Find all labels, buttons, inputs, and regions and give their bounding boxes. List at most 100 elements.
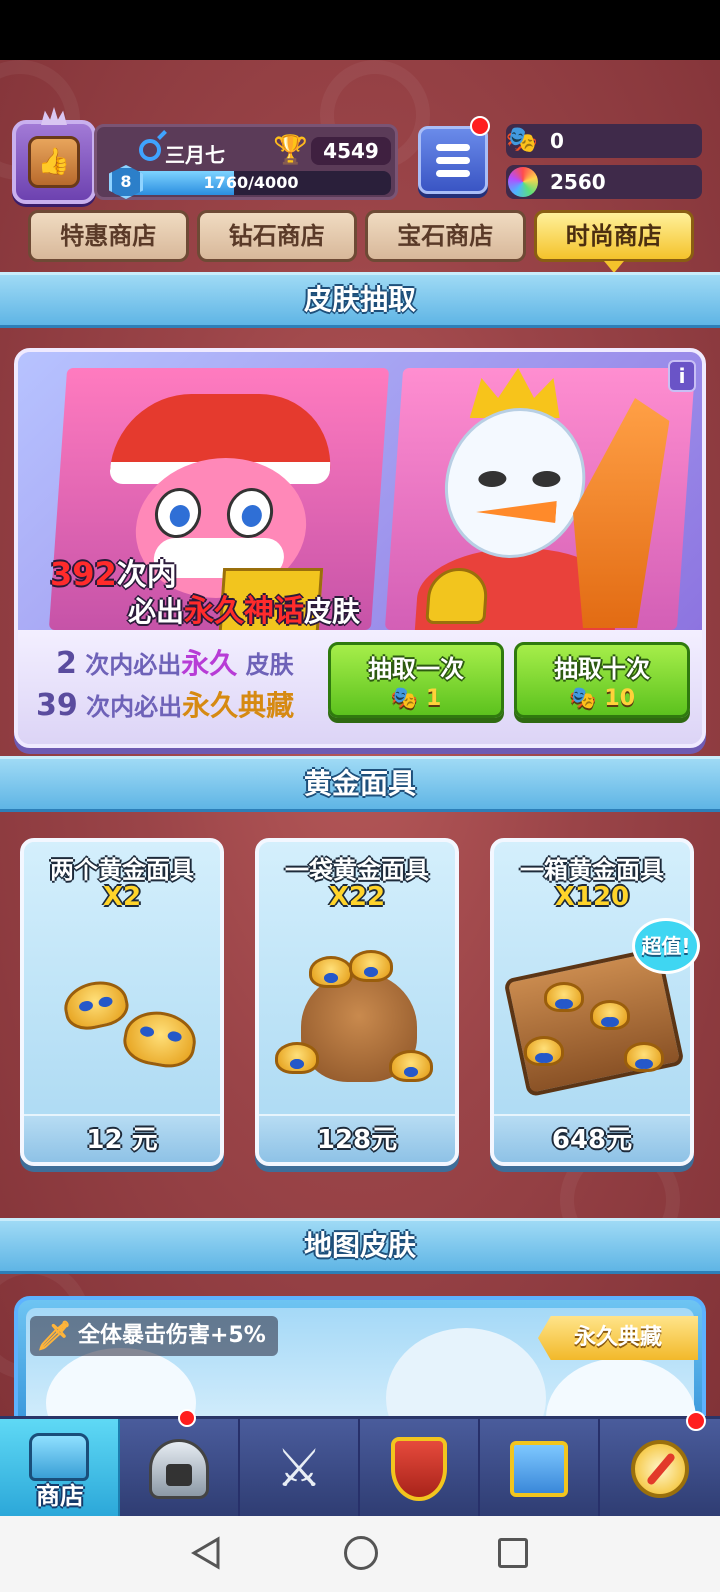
crit-damage-buff: 🗡 全体暴击伤害+5% <box>30 1316 278 1356</box>
skin-draw-card: i 392次内 必出永久神话皮肤 2 次内必出永久 皮肤 39 次内必出永久典藏… <box>14 348 706 748</box>
pity-info-1: 2 次内必出永久 皮肤 <box>56 642 294 682</box>
pity-count: 39 <box>36 688 78 723</box>
gem-value: 2560 <box>550 170 606 194</box>
guild-banner-icon <box>510 1441 568 1497</box>
nav-heroes[interactable] <box>120 1409 240 1519</box>
guarantee-count: 392 <box>50 555 117 593</box>
nav-heroes-notification-dot <box>178 1409 196 1427</box>
treasure-chest-icon <box>29 1433 89 1481</box>
gold-mask-icon: 🎭 <box>505 125 539 155</box>
nav-shop-label: 商店 <box>36 1482 84 1510</box>
gold-mask-icon <box>275 1042 319 1074</box>
bottom-navigation: 商店 ⚔ <box>0 1409 720 1519</box>
menu-line <box>436 143 470 151</box>
carrot-scepter <box>565 398 671 628</box>
shop-item-chest-of-masks[interactable]: 一箱黄金面具 X120 648元 <box>490 838 694 1166</box>
buff-text: 全体暴击伤害+5% <box>78 1323 266 1348</box>
shop-item-price: 128元 <box>259 1114 455 1162</box>
shop-item-title: 两个黄金面具 <box>50 856 194 884</box>
snowman-eye <box>531 471 561 487</box>
nav-rank[interactable] <box>360 1419 480 1519</box>
menu-notification-dot <box>470 116 490 136</box>
carrot-nose <box>475 501 557 523</box>
player-name: 三月七 <box>165 143 225 167</box>
crossed-swords-icon: ⚔ <box>275 1439 323 1499</box>
gold-mask-icon <box>119 1006 201 1072</box>
shop-item-title: 一箱黄金面具 <box>520 856 664 884</box>
system-navigation-bar <box>0 1516 720 1592</box>
gold-mask-icon <box>389 1050 433 1082</box>
gold-mask-icon <box>524 1036 564 1066</box>
menu-button[interactable] <box>418 126 488 194</box>
section-title-map-skins: 地图皮肤 <box>0 1218 720 1274</box>
snowman-eye <box>477 471 507 487</box>
helmet-icon <box>149 1439 209 1499</box>
snowman-skin-art <box>384 368 696 630</box>
shop-item-quantity: X2 <box>102 882 142 912</box>
snow-mound <box>386 1328 546 1422</box>
shop-item-price: 12 元 <box>24 1114 220 1162</box>
tab-fashion-shop[interactable]: 时尚商店 <box>533 210 694 273</box>
shop-item-quantity: X22 <box>328 882 386 912</box>
recent-apps-icon[interactable] <box>498 1538 528 1568</box>
map-skin-card[interactable]: 🗡 全体暴击伤害+5% 永久典藏 <box>14 1296 706 1426</box>
gold-mask-icon <box>624 1042 664 1072</box>
player-avatar[interactable]: 👍 <box>12 120 96 204</box>
info-button[interactable]: i <box>668 360 696 392</box>
shop-item-bag-of-masks[interactable]: 一袋黄金面具 X22 128元 <box>255 838 459 1166</box>
snow-mound <box>46 1348 196 1422</box>
compass-icon <box>631 1440 689 1498</box>
gold-mask-icon <box>349 950 393 982</box>
draw-ten-cost: 🎭 10 <box>517 686 687 711</box>
nav-battle[interactable]: ⚔ <box>240 1419 360 1519</box>
nav-explore[interactable] <box>600 1411 720 1519</box>
gold-mask-pair-image <box>34 932 210 1112</box>
tab-special-shop[interactable]: 特惠商店 <box>28 210 189 262</box>
tab-gem-shop[interactable]: 宝石商店 <box>365 210 526 262</box>
pity-info-2: 39 次内必出永久典藏 <box>36 684 294 724</box>
pity-text: 次内必出 <box>86 693 183 721</box>
gold-mask-icon <box>309 956 353 988</box>
gold-mask-icon <box>544 982 584 1012</box>
pity-highlight: 永久典藏 <box>182 689 295 722</box>
gold-mask-value: 0 <box>550 129 564 153</box>
shop-tabs: 特惠商店 钻石商店 宝石商店 时尚商店 <box>28 210 694 273</box>
draw-once-cost: 🎭 1 <box>331 686 501 711</box>
best-value-badge: 超值! <box>632 918 700 974</box>
menu-line <box>436 156 470 164</box>
permanent-collection-tag: 永久典藏 <box>538 1316 698 1360</box>
guarantee-text: 必出 <box>128 595 185 628</box>
shop-item-two-masks[interactable]: 两个黄金面具 X2 12 元 <box>20 838 224 1166</box>
nav-guild[interactable] <box>480 1419 600 1519</box>
draw-once-button[interactable]: 抽取一次 🎭 1 <box>328 642 504 718</box>
shop-item-title: 一袋黄金面具 <box>285 856 429 884</box>
menu-line <box>436 169 470 177</box>
gold-mask-sack-image <box>269 932 445 1112</box>
player-info-panel[interactable]: 三月七 🏆 4549 1760/4000 8 <box>94 124 398 200</box>
pity-text: 次内必出 <box>85 651 182 679</box>
male-gender-icon <box>139 139 161 161</box>
gold-mask-currency[interactable]: 🎭 0 <box>506 124 702 158</box>
nav-shop[interactable]: 商店 <box>0 1419 120 1519</box>
gold-mask-icon <box>59 975 133 1035</box>
shop-item-price: 648元 <box>494 1114 690 1162</box>
shield-crown-icon <box>391 1437 447 1501</box>
tab-diamond-shop[interactable]: 钻石商店 <box>196 210 357 262</box>
section-title-skin-draw: 皮肤抽取 <box>0 272 720 328</box>
guarantee-suffix: 皮肤 <box>304 595 361 628</box>
gold-mask-icon: 🎭 <box>390 686 419 711</box>
pity-count: 2 <box>56 646 77 681</box>
home-icon[interactable] <box>344 1536 378 1570</box>
santa-eye <box>153 488 203 538</box>
santa-eye <box>225 488 275 538</box>
sword-burst-icon: 🗡 <box>36 1319 72 1352</box>
back-icon[interactable] <box>190 1536 224 1570</box>
trophy-count: 4549 <box>311 137 391 165</box>
draw-once-cost-value: 1 <box>426 686 442 711</box>
gem-currency[interactable]: 2560 <box>506 165 702 199</box>
gold-mask-icon <box>590 1000 630 1030</box>
rainbow-gem-icon <box>508 167 538 197</box>
draw-ten-button[interactable]: 抽取十次 🎭 10 <box>514 642 690 718</box>
shop-item-quantity: X120 <box>554 882 630 912</box>
thumbs-up-icon: 👍 <box>28 136 80 188</box>
